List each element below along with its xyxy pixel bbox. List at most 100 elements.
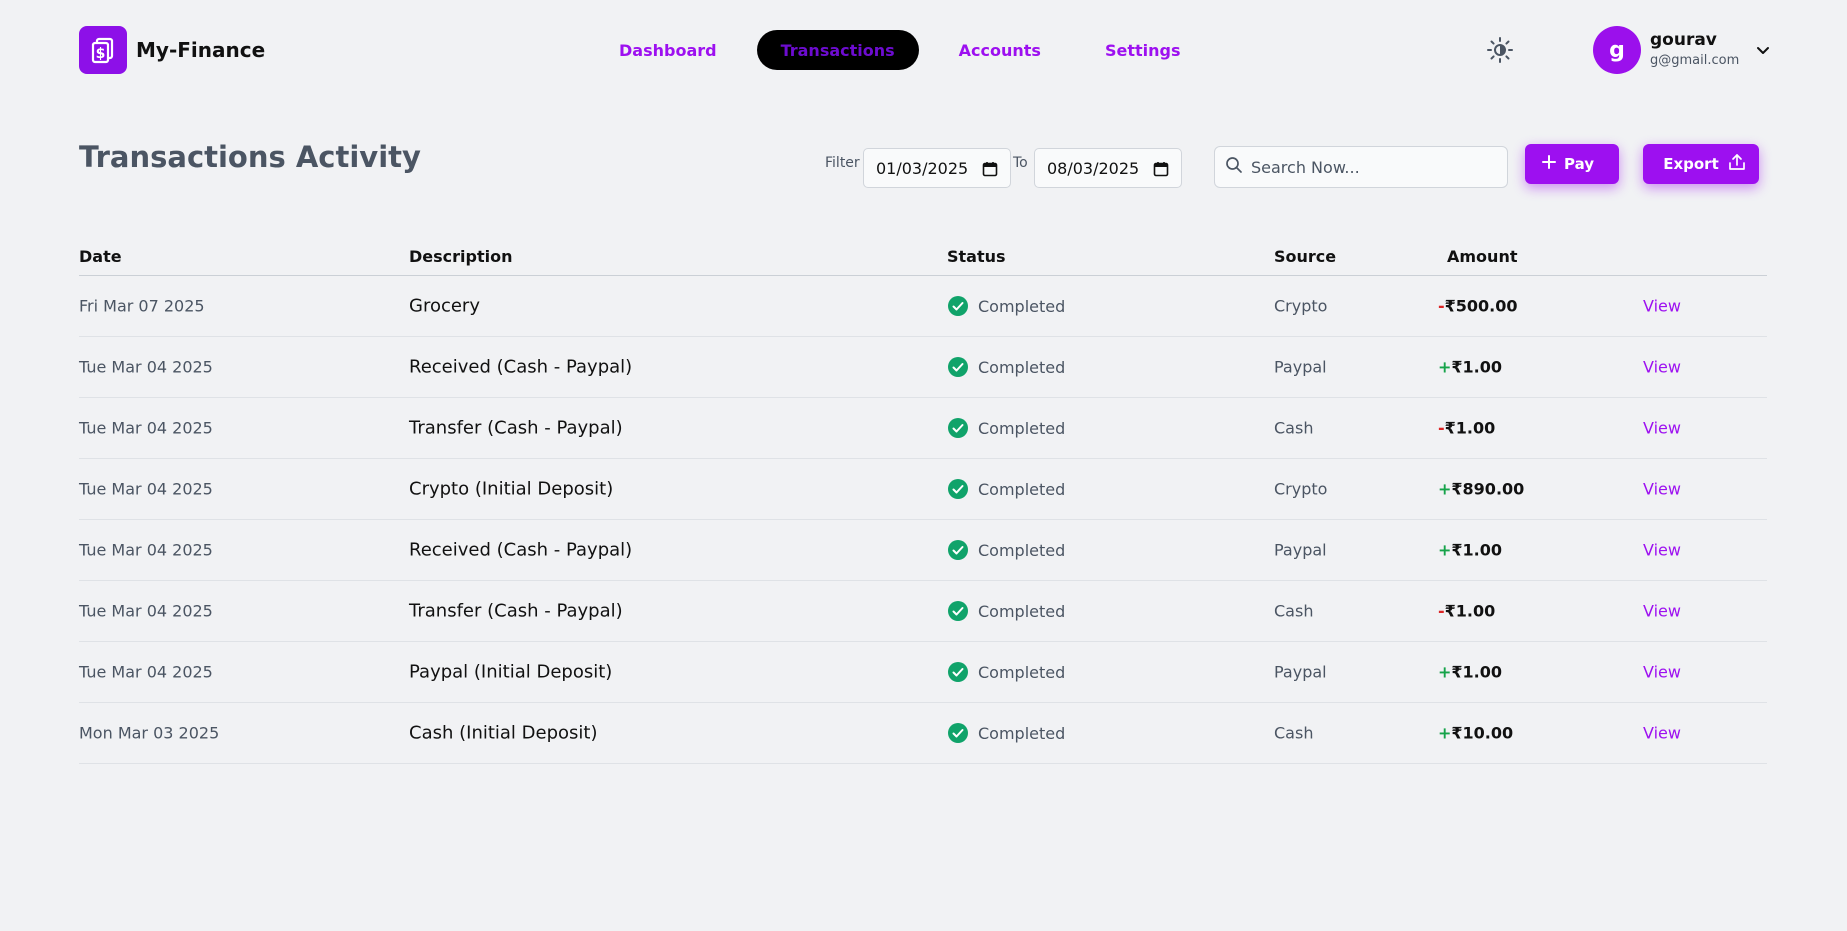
- row-description: Paypal (Initial Deposit): [409, 661, 613, 683]
- status-text: Completed: [978, 601, 1066, 621]
- row-date: Tue Mar 04 2025: [79, 418, 213, 438]
- view-link[interactable]: View: [1643, 541, 1681, 560]
- status-text: Completed: [978, 296, 1066, 316]
- nav-accounts[interactable]: Accounts: [935, 30, 1065, 70]
- app-logo[interactable]: $ My-Finance: [79, 26, 265, 74]
- transactions-table: Date Description Status Source Amount Fr…: [79, 240, 1767, 764]
- amount-sign: +: [1438, 662, 1452, 682]
- sun-icon[interactable]: [1486, 36, 1514, 64]
- row-date: Mon Mar 03 2025: [79, 723, 220, 743]
- row-amount: +₹1.00: [1438, 358, 1502, 377]
- row-status: Completed: [948, 357, 1065, 377]
- status-text: Completed: [978, 723, 1066, 743]
- table-row: Tue Mar 04 2025 Paypal (Initial Deposit)…: [79, 642, 1767, 703]
- row-amount: +₹890.00: [1438, 480, 1524, 499]
- amount-value: ₹500.00: [1444, 296, 1518, 316]
- row-status: Completed: [948, 662, 1065, 682]
- row-date: Tue Mar 04 2025: [79, 662, 213, 682]
- svg-text:$: $: [96, 46, 106, 62]
- col-date: Date: [79, 247, 122, 266]
- row-status: Completed: [948, 723, 1065, 743]
- view-link[interactable]: View: [1643, 663, 1681, 682]
- upload-icon: [1727, 152, 1747, 176]
- export-button[interactable]: Export: [1643, 144, 1759, 184]
- row-source: Cash: [1274, 723, 1314, 743]
- col-source: Source: [1274, 247, 1337, 266]
- row-description: Cash (Initial Deposit): [409, 722, 598, 744]
- row-date: Tue Mar 04 2025: [79, 357, 213, 377]
- amount-sign: +: [1438, 723, 1452, 743]
- check-circle-icon: [948, 479, 968, 499]
- row-amount: +₹1.00: [1438, 663, 1502, 682]
- main-nav: Dashboard Transactions Accounts Settings: [595, 30, 1220, 70]
- user-info: gourav g@gmail.com: [1650, 29, 1739, 71]
- row-description: Received (Cash - Paypal): [409, 356, 633, 378]
- from-date-input[interactable]: 01/03/2025: [863, 148, 1011, 188]
- from-date-value: 01/03/2025: [876, 158, 969, 178]
- amount-value: ₹1.00: [1451, 357, 1503, 377]
- page-title: Transactions Activity: [79, 140, 421, 174]
- row-status: Completed: [948, 601, 1065, 621]
- amount-sign: -: [1438, 601, 1445, 621]
- row-amount: -₹1.00: [1438, 419, 1495, 438]
- filter-label: Filter: [825, 155, 860, 171]
- row-description: Transfer (Cash - Paypal): [409, 417, 623, 439]
- row-status: Completed: [948, 540, 1065, 560]
- row-date: Tue Mar 04 2025: [79, 601, 213, 621]
- row-amount: -₹500.00: [1438, 297, 1518, 316]
- pay-label: Pay: [1563, 155, 1595, 173]
- row-source: Cash: [1274, 601, 1314, 621]
- check-circle-icon: [948, 723, 968, 743]
- app-name: My-Finance: [136, 38, 266, 62]
- search-icon: [1225, 156, 1243, 178]
- search-input[interactable]: [1251, 157, 1491, 177]
- row-source: Paypal: [1274, 357, 1327, 377]
- to-date-input[interactable]: 08/03/2025: [1034, 148, 1182, 188]
- amount-sign: +: [1438, 357, 1452, 377]
- view-link[interactable]: View: [1643, 480, 1681, 499]
- table-row: Mon Mar 03 2025 Cash (Initial Deposit) C…: [79, 703, 1767, 764]
- calendar-icon[interactable]: [982, 161, 998, 177]
- amount-sign: +: [1438, 540, 1452, 560]
- calendar-icon[interactable]: [1153, 161, 1169, 177]
- col-description: Description: [409, 247, 513, 266]
- view-link[interactable]: View: [1643, 724, 1681, 743]
- check-circle-icon: [948, 662, 968, 682]
- nav-transactions[interactable]: Transactions: [756, 30, 919, 70]
- table-row: Tue Mar 04 2025 Received (Cash - Paypal)…: [79, 337, 1767, 398]
- amount-value: ₹10.00: [1451, 723, 1514, 743]
- avatar[interactable]: g: [1593, 26, 1641, 74]
- row-source: Paypal: [1274, 540, 1327, 560]
- amount-value: ₹1.00: [1451, 540, 1503, 560]
- chevron-down-icon[interactable]: [1755, 42, 1771, 58]
- row-description: Grocery: [409, 295, 480, 317]
- search-box: [1214, 146, 1508, 188]
- row-description: Transfer (Cash - Paypal): [409, 600, 623, 622]
- table-row: Tue Mar 04 2025 Crypto (Initial Deposit)…: [79, 459, 1767, 520]
- col-status: Status: [947, 247, 1006, 266]
- nav-settings[interactable]: Settings: [1081, 30, 1205, 70]
- table-header: Date Description Status Source Amount: [79, 240, 1767, 276]
- view-link[interactable]: View: [1643, 419, 1681, 438]
- amount-value: ₹1.00: [1444, 418, 1496, 438]
- row-amount: +₹10.00: [1438, 724, 1513, 743]
- amount-sign: -: [1438, 418, 1445, 438]
- amount-value: ₹890.00: [1451, 479, 1525, 499]
- user-menu[interactable]: g gourav g@gmail.com: [1593, 26, 1771, 74]
- nav-dashboard[interactable]: Dashboard: [595, 30, 741, 70]
- view-link[interactable]: View: [1643, 297, 1681, 316]
- row-status: Completed: [948, 296, 1065, 316]
- pay-button[interactable]: Pay: [1525, 144, 1619, 184]
- table-row: Fri Mar 07 2025 Grocery Completed Crypto…: [79, 276, 1767, 337]
- row-description: Received (Cash - Paypal): [409, 539, 633, 561]
- user-name: gourav: [1650, 30, 1717, 50]
- row-status: Completed: [948, 418, 1065, 438]
- row-status: Completed: [948, 479, 1065, 499]
- row-source: Crypto: [1274, 479, 1328, 499]
- view-link[interactable]: View: [1643, 602, 1681, 621]
- amount-value: ₹1.00: [1451, 662, 1503, 682]
- plus-icon: [1541, 155, 1556, 173]
- view-link[interactable]: View: [1643, 358, 1681, 377]
- to-label: To: [1013, 155, 1028, 171]
- status-text: Completed: [978, 662, 1066, 682]
